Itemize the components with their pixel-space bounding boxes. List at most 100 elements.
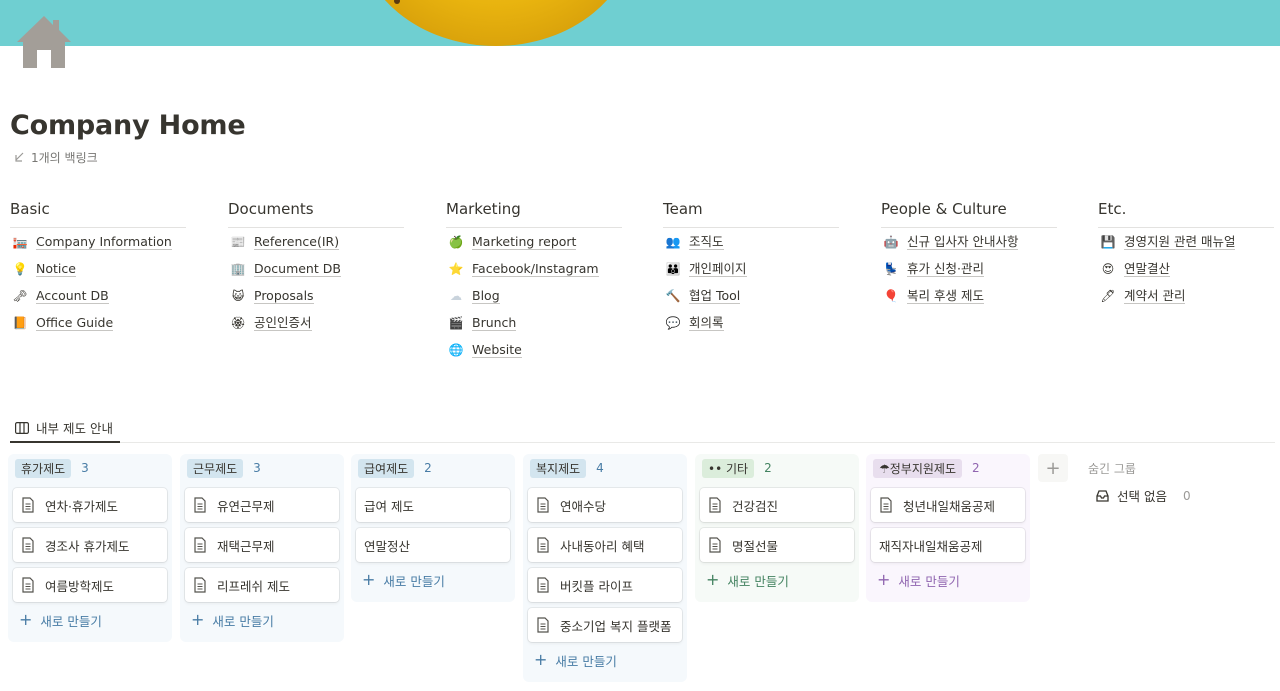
board-card[interactable]: 재직자내일채움공제 [871, 528, 1025, 562]
group-count: 4 [596, 461, 604, 475]
board-card[interactable]: 리프레쉬 제도 [185, 568, 339, 602]
group-name: ☂정부지원제도 [873, 458, 962, 478]
hidden-group-label: 선택 없음 [1117, 489, 1167, 504]
link-label: Blog [472, 287, 500, 304]
link-brunch[interactable]: 🎬 Brunch [446, 309, 622, 336]
link-label: 개인페이지 [689, 260, 747, 277]
plus-icon: + [1045, 457, 1061, 479]
card-title: 연차·휴가제도 [45, 498, 118, 514]
link-office-guide[interactable]: 📙 Office Guide [10, 309, 186, 336]
globe-icon: 🌐 [448, 342, 464, 357]
link-notice[interactable]: 💡 Notice [10, 255, 186, 282]
link-marketing-report[interactable]: 🍏 Marketing report [446, 228, 622, 255]
board-card[interactable]: 버킷플 라이프 [528, 568, 682, 602]
card-title: 유연근무제 [217, 498, 275, 514]
board-card[interactable]: 건강검진 [700, 488, 854, 522]
page-title: Company Home [10, 110, 246, 141]
board-card[interactable]: 여름방학제도 [13, 568, 167, 602]
group-header[interactable]: 근무제도 3 [185, 458, 339, 478]
new-card-button[interactable]: + 새로 만들기 [528, 646, 682, 674]
new-card-button[interactable]: + 새로 만들기 [13, 606, 167, 634]
board-card[interactable]: 경조사 휴가제도 [13, 528, 167, 562]
column-marketing: Marketing 🍏 Marketing report ⭐ Facebook/In… [446, 200, 622, 363]
card-title: 버킷플 라이프 [560, 578, 633, 594]
tab-board-view[interactable]: 내부 제도 안내 [10, 414, 120, 443]
board-card[interactable]: 중소기업 복지 플랫폼 [528, 608, 682, 642]
board-view-icon [15, 421, 29, 434]
link-meeting-notes[interactable]: 💬 회의록 [663, 309, 839, 336]
link-label: Facebook/Instagram [472, 260, 599, 277]
group-header[interactable]: 급여제도 2 [356, 458, 510, 478]
link-label: 회의록 [689, 314, 724, 331]
link-year-end[interactable]: 😍 연말결산 [1098, 255, 1274, 282]
link-certificate[interactable]: 🏵 공인인증서 [228, 309, 404, 336]
group-header[interactable]: 휴가제도 3 [13, 458, 167, 478]
link-facebook-instagram[interactable]: ⭐ Facebook/Instagram [446, 255, 622, 282]
backlinks-button[interactable]: 1개의 백링크 [14, 149, 98, 166]
link-account-db[interactable]: 🗝 Account DB [10, 282, 186, 309]
new-card-button[interactable]: + 새로 만들기 [185, 606, 339, 634]
link-collab-tool[interactable]: 🔨 협업 Tool [663, 282, 839, 309]
link-admin-manual[interactable]: 💾 경영지원 관련 매뉴얼 [1098, 228, 1274, 255]
group-header[interactable]: ☂정부지원제도 2 [871, 458, 1025, 478]
link-welfare[interactable]: 🎈 복리 후생 제도 [881, 282, 1057, 309]
link-reference-ir[interactable]: 📰 Reference(IR) [228, 228, 404, 255]
hidden-group-count: 0 [1182, 488, 1191, 503]
link-label: Document DB [254, 260, 341, 277]
new-card-button[interactable]: + 새로 만들기 [871, 566, 1025, 594]
new-card-button[interactable]: + 새로 만들기 [356, 566, 510, 594]
group-header[interactable]: •• 기타 2 [700, 458, 854, 478]
link-website[interactable]: 🌐 Website [446, 336, 622, 363]
link-contracts[interactable]: 🖊 계약서 관리 [1098, 282, 1274, 309]
plus-icon: + [362, 570, 376, 589]
card-title: 연말정산 [364, 538, 411, 554]
link-blog[interactable]: ☁ Blog [446, 282, 622, 309]
lightbulb-icon: 💡 [12, 261, 28, 276]
card-title: 명절선물 [732, 538, 779, 554]
link-label: 복리 후생 제도 [907, 287, 984, 304]
clapper-icon: 🎬 [448, 315, 464, 330]
card-title: 재직자내일채움공제 [879, 538, 983, 554]
board-card[interactable]: 연말정산 [356, 528, 510, 562]
page-cover[interactable] [0, 0, 1280, 46]
link-label: 신규 입사자 안내사항 [907, 233, 1019, 250]
home-icon[interactable] [15, 14, 73, 70]
link-label: 계약서 관리 [1124, 287, 1186, 304]
board-card[interactable]: 사내동아리 혜택 [528, 528, 682, 562]
link-personal-page[interactable]: 👪 개인페이지 [663, 255, 839, 282]
add-group-button[interactable]: + [1038, 454, 1068, 482]
link-columns: Basic 🏣 Company Information 💡 Notice 🗝 Acco… [10, 200, 1280, 380]
group-name: 복지제도 [530, 458, 587, 478]
new-card-button[interactable]: + 새로 만들기 [700, 566, 854, 594]
link-vacation-request[interactable]: 💺 휴가 신청·관리 [881, 255, 1057, 282]
office-building-icon: 🏢 [230, 261, 246, 276]
column-heading: Marketing [446, 200, 622, 228]
link-label: Office Guide [36, 314, 114, 331]
board-card[interactable]: 명절선물 [700, 528, 854, 562]
board-card[interactable]: 연차·휴가제도 [13, 488, 167, 522]
board-card[interactable]: 청년내일채움공제 [871, 488, 1025, 522]
page-icon [22, 497, 34, 513]
group-header[interactable]: 복지제도 4 [528, 458, 682, 478]
link-onboarding[interactable]: 🤖 신규 입사자 안내사항 [881, 228, 1057, 255]
link-label: Account DB [36, 287, 109, 304]
link-company-information[interactable]: 🏣 Company Information [10, 228, 186, 255]
page-icon [537, 537, 549, 553]
board-group: 휴가제도 3 연차·휴가제도경조사 휴가제도여름방학제도 + 새로 만들기 [8, 454, 172, 642]
board-card[interactable]: 유연근무제 [185, 488, 339, 522]
group-count: 3 [253, 461, 261, 475]
star-icon: ⭐ [448, 261, 464, 276]
board-card[interactable]: 급여 제도 [356, 488, 510, 522]
new-card-label: 새로 만들기 [898, 573, 960, 589]
plus-icon: + [706, 570, 720, 589]
hidden-group-item[interactable]: 선택 없음 0 [1088, 486, 1278, 505]
page-icon [22, 537, 34, 553]
link-document-db[interactable]: 🏢 Document DB [228, 255, 404, 282]
tab-label: 내부 제도 안내 [36, 421, 113, 436]
board-card[interactable]: 재택근무제 [185, 528, 339, 562]
page-icon [709, 497, 721, 513]
link-proposals[interactable]: 😺 Proposals [228, 282, 404, 309]
group-count: 2 [764, 461, 772, 475]
board-card[interactable]: 연애수당 [528, 488, 682, 522]
link-org-chart[interactable]: 👥 조직도 [663, 228, 839, 255]
